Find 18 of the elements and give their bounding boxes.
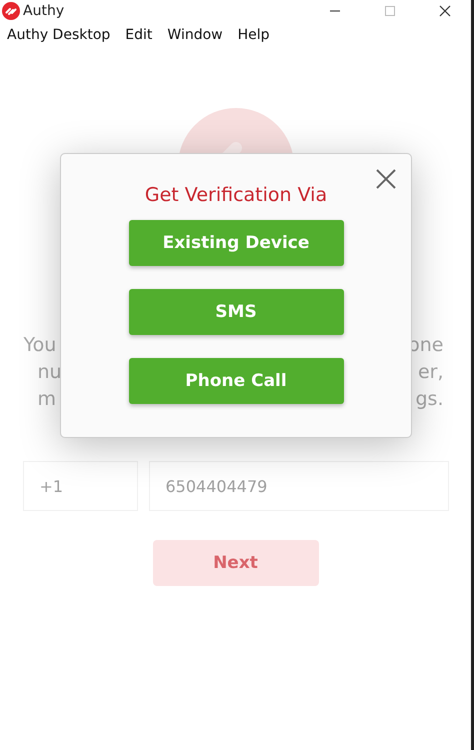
window-title: Authy [23, 3, 64, 19]
close-icon[interactable] [375, 168, 397, 190]
intro-text: er, [418, 360, 444, 385]
close-icon[interactable] [439, 5, 451, 17]
intro-text: nu [38, 360, 62, 385]
dialog-title: Get Verification Via [144, 184, 328, 206]
option-button[interactable]: Phone Call [128, 358, 344, 404]
menu-item[interactable]: Window [167, 27, 223, 43]
intro-text: You [24, 333, 56, 358]
menu-item[interactable]: Authy Desktop [7, 27, 110, 43]
menu-item[interactable]: Edit [125, 27, 152, 43]
country-code-field[interactable]: +1 [22, 461, 138, 511]
menu-item[interactable]: Help [238, 27, 270, 43]
intro-text: m [38, 387, 56, 412]
intro-text: gs. [416, 387, 444, 412]
option-button[interactable]: Existing Device [128, 220, 344, 266]
option-button[interactable]: SMS [128, 289, 344, 335]
phone-field[interactable]: 6504404479 [148, 461, 448, 511]
